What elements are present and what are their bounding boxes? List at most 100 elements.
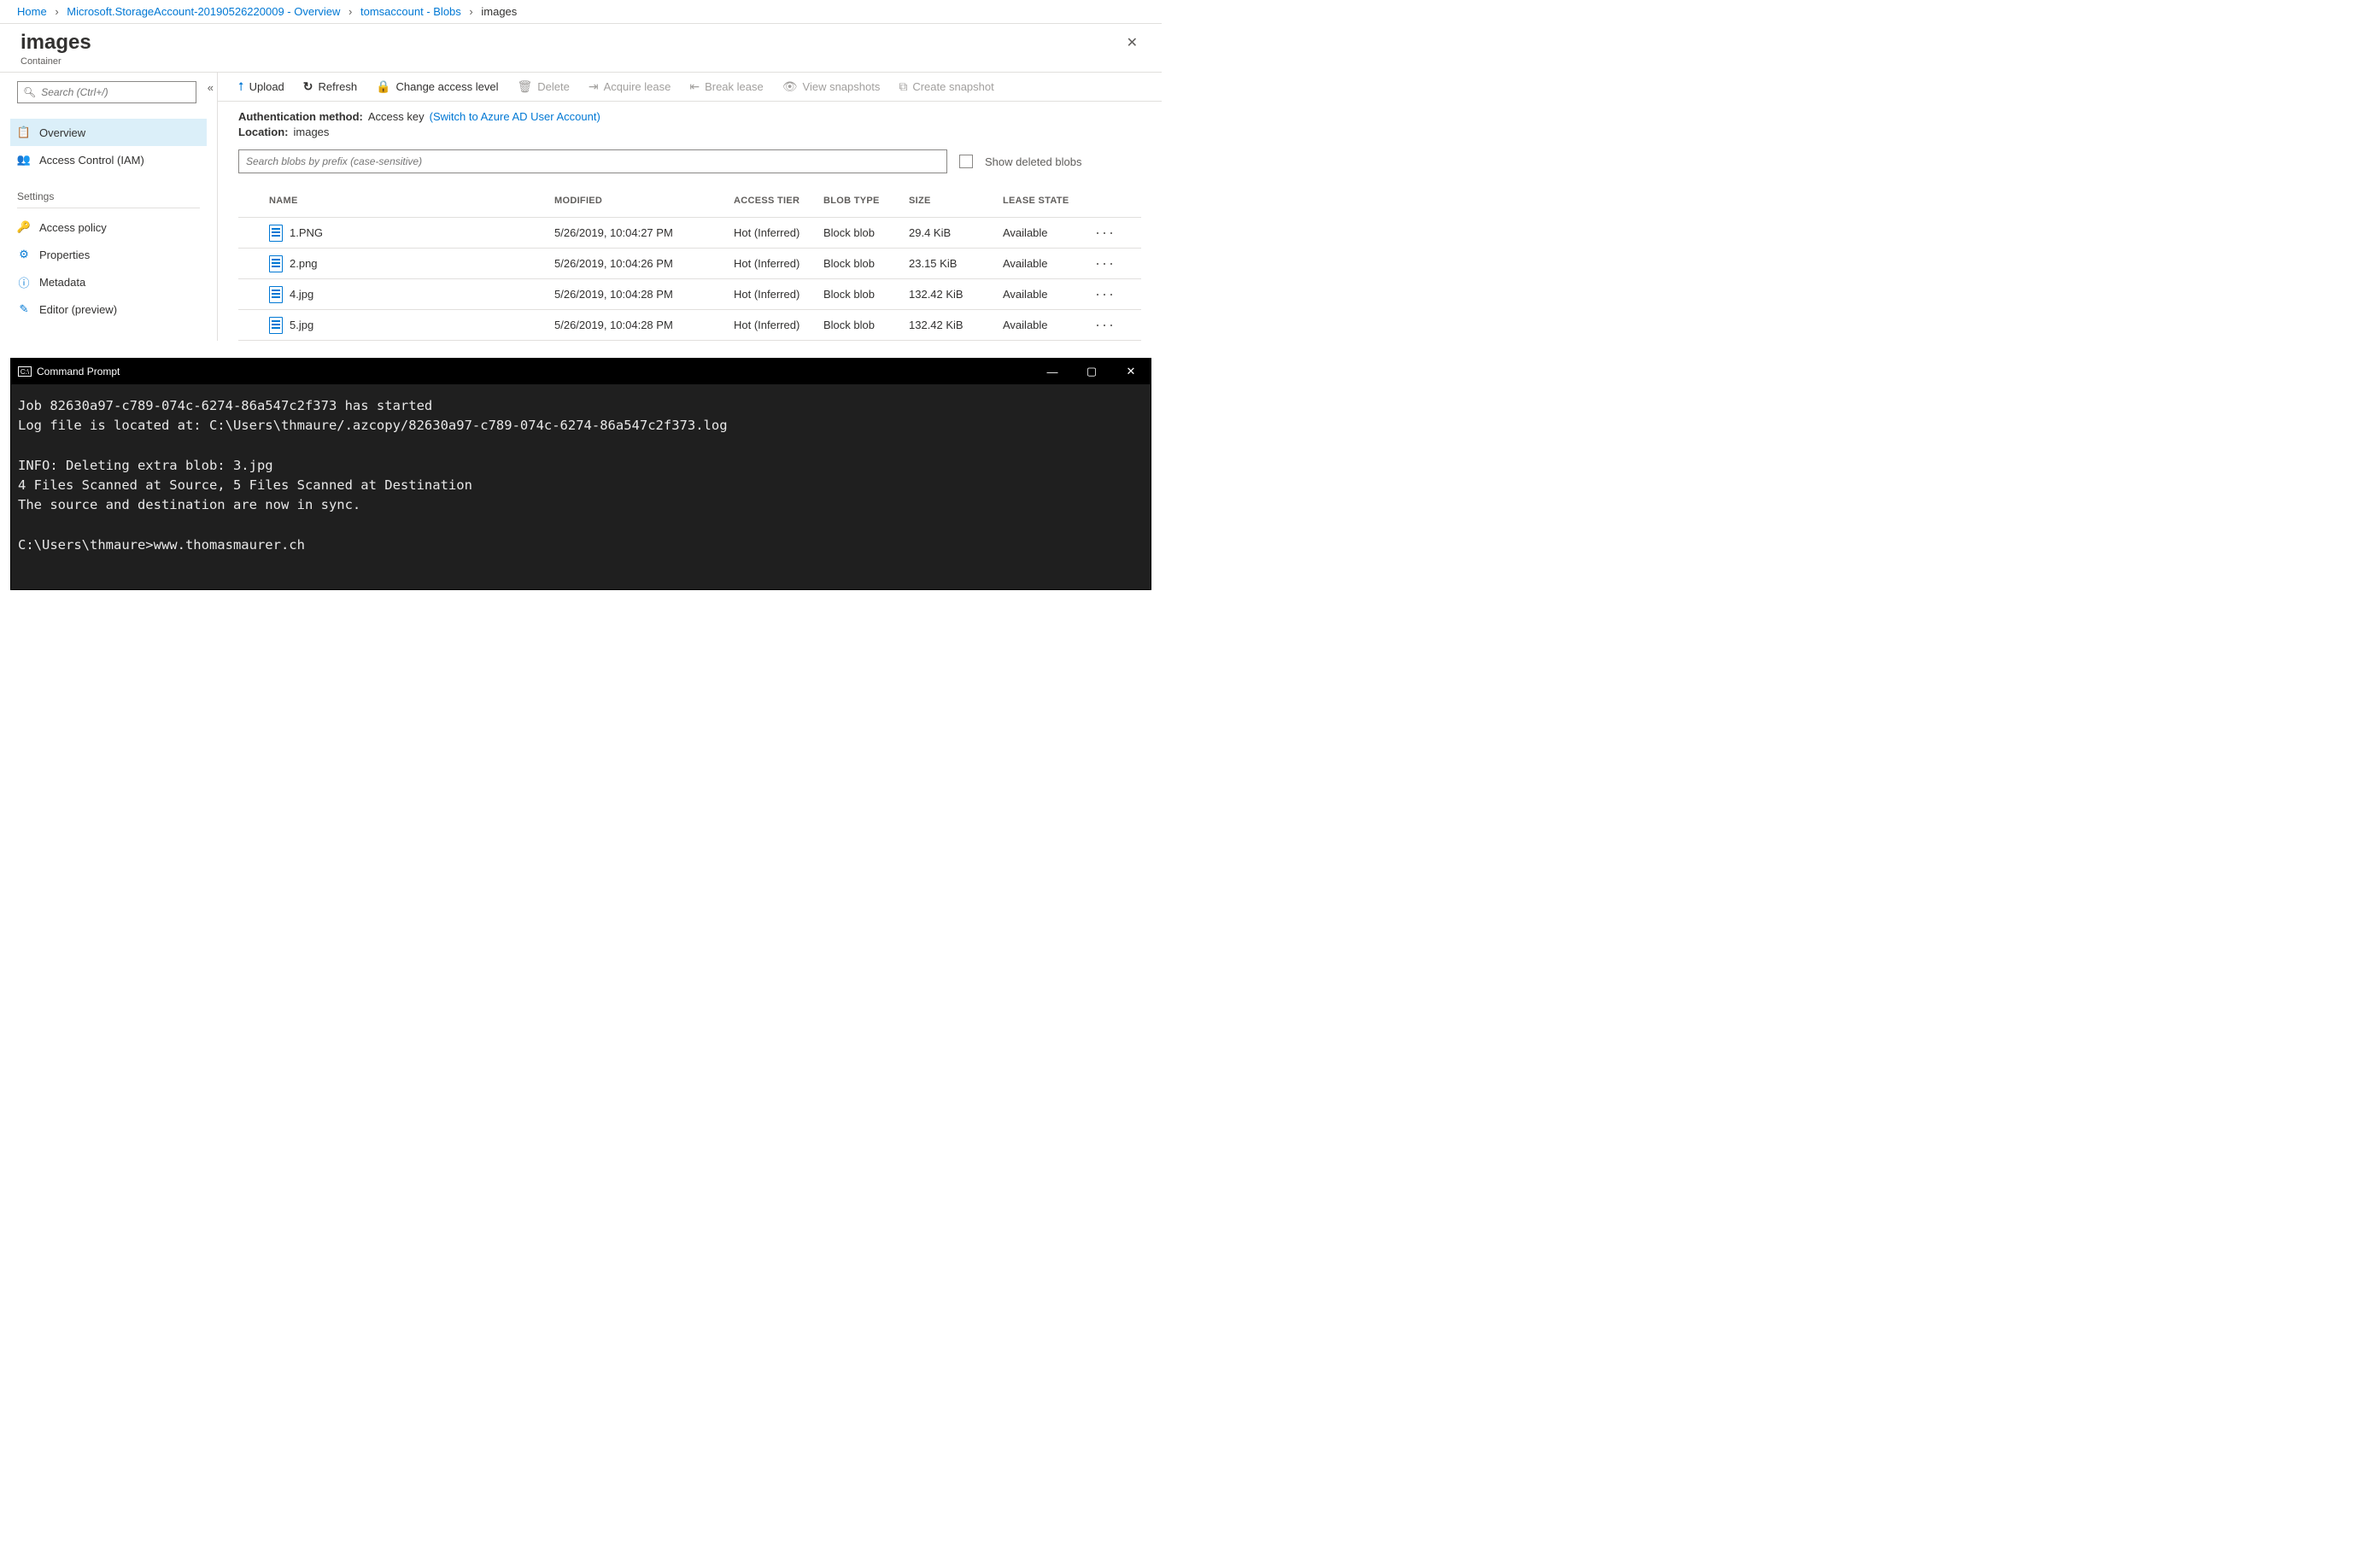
chevron-right-icon: › <box>55 5 58 18</box>
breadcrumb-storage-account[interactable]: Microsoft.StorageAccount-20190526220009 … <box>67 5 340 18</box>
maximize-button[interactable]: ▢ <box>1072 359 1111 384</box>
sidebar-item-access-control[interactable]: 👥 Access Control (IAM) <box>10 146 207 173</box>
breadcrumb-home[interactable]: Home <box>17 5 47 18</box>
sidebar-item-metadata[interactable]: ⓘ Metadata <box>10 268 207 295</box>
people-icon: 👥 <box>17 153 31 167</box>
table-row[interactable]: 2.png5/26/2019, 10:04:26 PMHot (Inferred… <box>238 249 1141 279</box>
snapshot-icon: ⧉ <box>899 79 907 94</box>
trash-icon: 🗑 <box>517 79 532 94</box>
cmd-titlebar[interactable]: C:\ Command Prompt — ▢ ✕ <box>11 359 1151 384</box>
command-prompt-window: C:\ Command Prompt — ▢ ✕ Job 82630a97-c7… <box>10 358 1151 590</box>
overview-icon: 📋 <box>17 126 31 139</box>
toolbar-label: Change access level <box>396 80 499 93</box>
blob-name: 5.jpg <box>290 319 313 331</box>
blob-type: Block blob <box>823 288 909 301</box>
minimize-button[interactable]: — <box>1033 359 1072 384</box>
show-deleted-label: Show deleted blobs <box>985 155 1081 168</box>
sidebar-item-access-policy[interactable]: 🔑 Access policy <box>10 214 207 241</box>
refresh-button[interactable]: ↻ Refresh <box>303 79 357 94</box>
col-name[interactable]: NAME <box>238 196 554 206</box>
auth-method-label: Authentication method: <box>238 110 363 123</box>
table-row[interactable]: 1.PNG 5/26/2019, 10:04:27 PMHot (Inferred… <box>238 218 1141 249</box>
sidebar-section-settings: Settings <box>17 190 200 208</box>
break-lease-button: ⇤ Break lease <box>689 79 763 94</box>
col-lease-state[interactable]: LEASE STATE <box>1003 196 1088 206</box>
row-more-icon[interactable]: ··· <box>1088 224 1122 242</box>
col-access-tier[interactable]: ACCESS TIER <box>734 196 823 206</box>
blob-size: 29.4 KiB <box>909 226 1003 239</box>
blob-tier: Hot (Inferred) <box>734 226 823 239</box>
show-deleted-checkbox[interactable] <box>959 155 973 168</box>
sidebar-item-editor[interactable]: ✎ Editor (preview) <box>10 295 207 323</box>
sidebar-search[interactable]: 🔍︎ <box>17 81 196 103</box>
page-subtitle: Container <box>20 56 91 67</box>
upload-button[interactable]: ⭡ Upload <box>238 79 284 94</box>
blob-name: 1.PNG <box>290 226 323 239</box>
breadcrumb-current: images <box>481 5 517 18</box>
blob-size: 132.42 KiB <box>909 319 1003 331</box>
sidebar-item-overview[interactable]: 📋 Overview <box>10 119 207 146</box>
blade-header: images Container ✕ <box>0 24 1162 73</box>
cmd-title: Command Prompt <box>37 366 120 377</box>
create-snapshot-button: ⧉ Create snapshot <box>899 79 993 94</box>
toolbar-label: Create snapshot <box>912 80 993 93</box>
blob-tier: Hot (Inferred) <box>734 288 823 301</box>
blob-lease: Available <box>1003 288 1088 301</box>
search-icon: 🔍︎ <box>23 86 36 98</box>
filter-row: Show deleted blobs <box>218 144 1162 184</box>
col-modified[interactable]: MODIFIED <box>554 196 734 206</box>
toolbar-label: Upload <box>249 80 284 93</box>
row-more-icon[interactable]: ··· <box>1088 316 1122 334</box>
content-pane: ⭡ Upload ↻ Refresh 🔒 Change access level… <box>218 73 1162 341</box>
upload-icon: ⭡ <box>238 79 244 94</box>
delete-button: 🗑 Delete <box>517 79 569 94</box>
blob-modified: 5/26/2019, 10:04:28 PM <box>554 288 734 301</box>
break-lease-icon: ⇤ <box>689 79 700 94</box>
blob-type: Block blob <box>823 226 909 239</box>
sidebar-item-properties[interactable]: ⚙ Properties <box>10 241 207 268</box>
blob-tier: Hot (Inferred) <box>734 257 823 270</box>
blob-modified: 5/26/2019, 10:04:27 PM <box>554 226 734 239</box>
blob-lease: Available <box>1003 319 1088 331</box>
key-icon: 🔑 <box>17 220 31 234</box>
blob-name: 4.jpg <box>290 288 313 301</box>
table-row[interactable]: 4.jpg 5/26/2019, 10:04:28 PMHot (Inferred… <box>238 279 1141 310</box>
breadcrumb-blobs[interactable]: tomsaccount - Blobs <box>360 5 461 18</box>
collapse-sidebar-icon[interactable]: « <box>208 81 214 94</box>
sidebar-item-label: Access Control (IAM) <box>39 154 144 167</box>
location-value: images <box>294 126 330 138</box>
toolbar-label: Delete <box>537 80 570 93</box>
close-icon[interactable]: ✕ <box>1123 31 1141 55</box>
table-row[interactable]: 5.jpg5/26/2019, 10:04:28 PMHot (Inferred… <box>238 310 1141 341</box>
cmd-output[interactable]: Job 82630a97-c789-074c-6274-86a547c2f373… <box>11 384 1151 589</box>
sidebar: « 🔍︎ 📋 Overview 👥 Access Control (IAM) S… <box>0 73 218 341</box>
blob-search-input[interactable] <box>246 150 940 173</box>
toolbar: ⭡ Upload ↻ Refresh 🔒 Change access level… <box>218 73 1162 102</box>
eye-icon: 👁 <box>782 79 798 94</box>
sidebar-item-label: Overview <box>39 126 85 139</box>
lock-icon: 🔒 <box>376 79 390 94</box>
row-more-icon[interactable]: ··· <box>1088 255 1122 272</box>
toolbar-label: Break lease <box>705 80 764 93</box>
acquire-lease-button: ⇥ Acquire lease <box>589 79 671 94</box>
switch-auth-link[interactable]: (Switch to Azure AD User Account) <box>430 110 600 123</box>
toolbar-label: View snapshots <box>803 80 881 93</box>
col-size[interactable]: SIZE <box>909 196 1003 206</box>
sidebar-item-label: Editor (preview) <box>39 303 117 316</box>
blob-lease: Available <box>1003 257 1088 270</box>
chevron-right-icon: › <box>348 5 352 18</box>
close-button[interactable]: ✕ <box>1111 359 1151 384</box>
toolbar-label: Refresh <box>319 80 358 93</box>
sidebar-search-input[interactable] <box>41 86 190 98</box>
row-more-icon[interactable]: ··· <box>1088 285 1122 303</box>
blob-modified: 5/26/2019, 10:04:28 PM <box>554 319 734 331</box>
location-label: Location: <box>238 126 289 138</box>
blob-lease: Available <box>1003 226 1088 239</box>
file-icon <box>269 255 283 272</box>
col-blob-type[interactable]: BLOB TYPE <box>823 196 909 206</box>
blob-modified: 5/26/2019, 10:04:26 PM <box>554 257 734 270</box>
change-access-button[interactable]: 🔒 Change access level <box>376 79 498 94</box>
file-icon <box>269 286 283 303</box>
refresh-icon: ↻ <box>303 79 313 94</box>
blob-search[interactable] <box>238 149 947 173</box>
